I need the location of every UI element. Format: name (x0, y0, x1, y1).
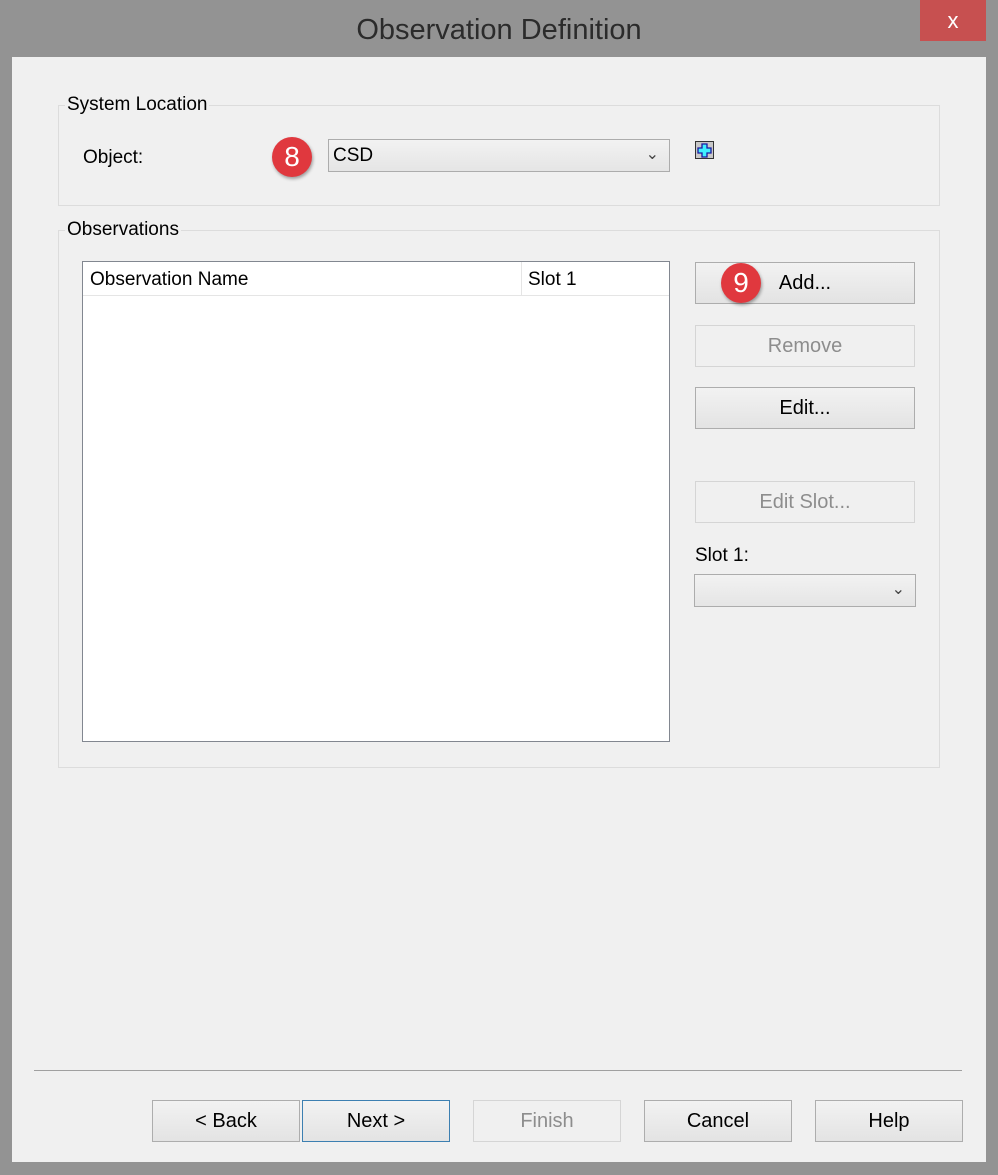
dialog-body: System Location Object: 8 CSD ⌄ Observat… (12, 57, 986, 1162)
finish-button[interactable]: Finish (473, 1100, 621, 1142)
object-select-value: CSD (333, 145, 374, 166)
callout-badge-8: 8 (272, 137, 312, 177)
remove-button[interactable]: Remove (695, 325, 915, 367)
edit-button[interactable]: Edit... (695, 387, 915, 429)
window-title: Observation Definition (356, 14, 642, 46)
close-button[interactable]: x (920, 0, 986, 41)
observations-label: Observations (65, 219, 181, 241)
observations-list[interactable]: Observation Name Slot 1 (82, 261, 670, 742)
chevron-down-icon: ⌄ (645, 146, 659, 163)
plus-icon[interactable] (695, 141, 714, 159)
chevron-down-icon: ⌄ (891, 581, 905, 598)
system-location-label: System Location (65, 94, 210, 116)
next-button[interactable]: Next > (302, 1100, 450, 1142)
cancel-button[interactable]: Cancel (644, 1100, 792, 1142)
edit-slot-button[interactable]: Edit Slot... (695, 481, 915, 523)
object-label: Object: (83, 147, 144, 168)
title-bar: Observation Definition x (0, 0, 998, 57)
list-header: Observation Name Slot 1 (83, 262, 669, 296)
callout-badge-9: 9 (721, 263, 761, 303)
slot-1-label: Slot 1: (695, 545, 749, 566)
slot-1-select[interactable]: ⌄ (694, 574, 916, 607)
back-button[interactable]: < Back (152, 1100, 300, 1142)
add-button-label: Add... (778, 272, 832, 294)
help-button[interactable]: Help (815, 1100, 963, 1142)
column-divider[interactable] (521, 262, 522, 296)
object-select[interactable]: CSD ⌄ (328, 139, 670, 172)
footer-divider (34, 1070, 962, 1071)
column-slot-1[interactable]: Slot 1 (528, 269, 577, 291)
column-observation-name[interactable]: Observation Name (90, 269, 248, 291)
